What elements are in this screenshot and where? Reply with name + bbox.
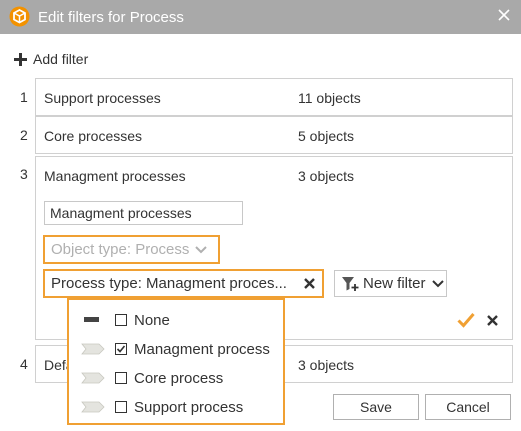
filter-row-number: 4: [20, 356, 28, 372]
plus-icon: [14, 52, 27, 66]
add-filter-label: Add filter: [33, 51, 89, 67]
filter-name-input[interactable]: [44, 201, 243, 225]
dropdown-item-none[interactable]: None: [69, 308, 283, 332]
cancel-x-icon[interactable]: [486, 314, 499, 327]
filter-object-count: 5 objects: [298, 128, 355, 144]
dropdown-item-label: Core process: [134, 369, 224, 387]
cancel-button[interactable]: Cancel: [425, 394, 511, 420]
check-icon: [116, 345, 126, 353]
dialog-titlebar: Edit filters for Process: [0, 0, 521, 34]
filter-row-number: 1: [20, 89, 28, 105]
dropdown-item-label: Managment process: [134, 340, 270, 358]
confirm-check-icon[interactable]: [457, 312, 475, 328]
filter-row-core[interactable]: Core processes 5 objects: [35, 116, 513, 154]
checkbox-checked[interactable]: [115, 343, 127, 355]
checkbox[interactable]: [115, 314, 127, 326]
dialog-title: Edit filters for Process: [38, 9, 184, 26]
process-type-filter[interactable]: Process type: Managment proces...: [43, 269, 324, 298]
checkbox[interactable]: [115, 372, 127, 384]
clear-icon[interactable]: [303, 277, 316, 290]
filter-name: Core processes: [44, 128, 143, 144]
new-filter-button[interactable]: New filter: [334, 270, 447, 297]
new-filter-label: New filter: [363, 275, 426, 292]
filter-row-number: 2: [20, 127, 28, 143]
chevron-shape-icon: [81, 343, 105, 355]
filter-row-support[interactable]: Support processes 11 objects: [35, 78, 513, 116]
add-filter-funnel-icon: [342, 276, 359, 291]
filter-object-count: 11 objects: [298, 90, 361, 106]
chevron-down-icon: [195, 245, 208, 253]
chevron-shape-icon: [81, 372, 105, 384]
filter-row-number: 3: [20, 166, 28, 182]
dropdown-item-label: None: [134, 311, 170, 329]
dropdown-item-managment-process[interactable]: Managment process: [69, 337, 283, 361]
filter-name: Managment processes: [44, 168, 186, 184]
save-button[interactable]: Save: [333, 394, 419, 420]
dropdown-item-support-process[interactable]: Support process: [69, 395, 283, 419]
process-type-dropdown: None Managment process Core process Supp…: [67, 298, 285, 425]
object-type-select[interactable]: Object type: Process: [43, 235, 220, 264]
dropdown-item-core-process[interactable]: Core process: [69, 366, 283, 390]
chevron-down-icon: [431, 279, 444, 287]
process-type-label: Process type: Managment proces...: [51, 275, 287, 292]
app-logo-icon: [9, 6, 30, 27]
add-filter-button[interactable]: Add filter: [14, 51, 88, 67]
filter-object-count: 3 objects: [298, 168, 355, 184]
checkbox[interactable]: [115, 401, 127, 413]
chevron-shape-icon: [81, 401, 105, 413]
none-bar-icon: [84, 317, 99, 322]
filter-object-count: 3 objects: [298, 357, 355, 373]
dropdown-item-label: Support process: [134, 398, 244, 416]
object-type-label: Object type: Process: [51, 241, 190, 258]
close-icon[interactable]: [497, 8, 511, 22]
filter-name: Support processes: [44, 90, 161, 106]
